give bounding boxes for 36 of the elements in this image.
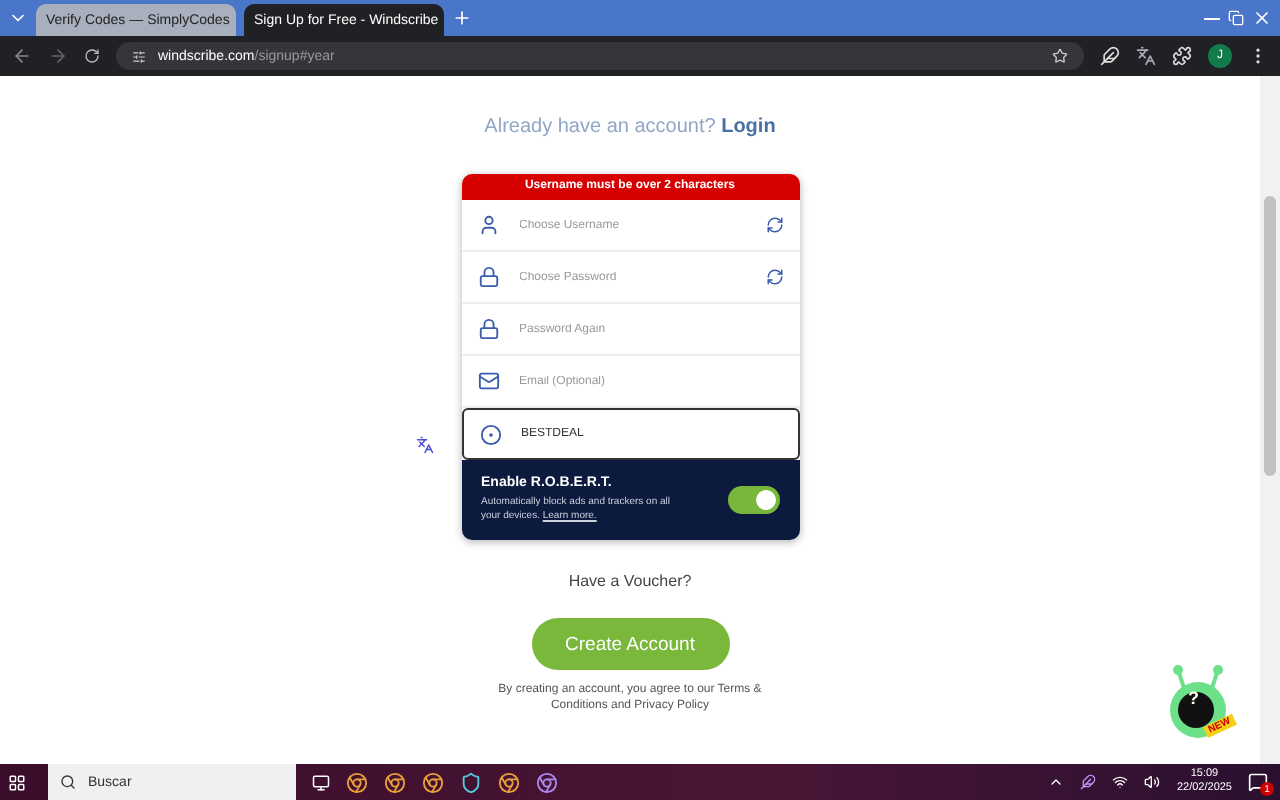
start-icon[interactable]	[7, 773, 25, 791]
robert-toggle[interactable]	[727, 486, 779, 514]
network-icon[interactable]	[1112, 774, 1129, 790]
login-prompt: Already have an account? Login	[484, 116, 776, 138]
voucher-link[interactable]: Have a Voucher?	[568, 572, 692, 590]
browser-icon[interactable]	[346, 771, 368, 793]
notifications-icon[interactable]	[1248, 772, 1268, 792]
pen-icon[interactable]	[1080, 774, 1097, 790]
new-tab-button[interactable]	[452, 8, 472, 28]
login-link[interactable]: Login	[721, 116, 776, 138]
refresh-icon[interactable]	[765, 216, 783, 234]
translate-extension-icon[interactable]	[1136, 46, 1156, 66]
browser-icon[interactable]	[384, 771, 406, 793]
refresh-icon[interactable]	[765, 268, 783, 286]
user-icon	[477, 214, 499, 236]
close-button[interactable]	[1252, 8, 1272, 28]
mascot-symbol: ?	[1188, 688, 1199, 708]
reload-button[interactable]	[84, 48, 100, 64]
browser-icon[interactable]	[536, 771, 558, 793]
target-icon	[479, 423, 501, 445]
browser-icon[interactable]	[422, 771, 444, 793]
task-view-icon[interactable]	[312, 773, 330, 791]
shield-icon[interactable]	[460, 771, 482, 793]
mail-icon	[477, 370, 499, 392]
volume-icon[interactable]	[1144, 774, 1161, 790]
lock-icon	[477, 318, 499, 340]
back-button[interactable]	[12, 46, 32, 66]
extension-icon[interactable]	[1100, 46, 1120, 66]
tray-icon[interactable]	[1048, 774, 1065, 790]
forward-button[interactable]	[48, 46, 68, 66]
extensions-icon[interactable]	[1172, 46, 1192, 66]
lock-icon	[477, 266, 499, 288]
translate-icon[interactable]	[416, 436, 434, 454]
browser-icon[interactable]	[498, 771, 520, 793]
search-icon	[60, 774, 76, 790]
restore-button[interactable]	[1228, 10, 1244, 26]
